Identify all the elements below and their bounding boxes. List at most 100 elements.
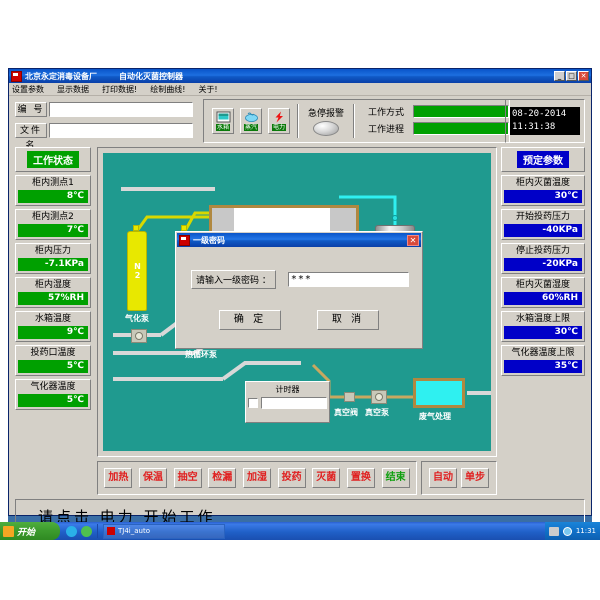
browser-icon[interactable] [66, 525, 77, 537]
menu-item-print-data[interactable]: 打印数据! [102, 84, 137, 95]
status-cell-cabinet-humidity: 柜内湿度 57%RH [15, 277, 91, 308]
water-tank-button-label: 水箱 [215, 124, 230, 131]
power-button[interactable]: 电力 [268, 108, 290, 134]
id-row: 编 号 [15, 101, 193, 118]
action-button-leak-test[interactable]: 检漏 [208, 468, 237, 488]
param-cell-water-tank-temp-limit[interactable]: 水箱温度上限 30℃ [501, 311, 585, 342]
param-cell-gasifier-temp-limit[interactable]: 气化器温度上限 35℃ [501, 345, 585, 376]
left-panel-header: 工作状态 [15, 147, 91, 172]
filename-input[interactable] [49, 123, 193, 138]
cell-title: 柜内湿度 [34, 280, 71, 290]
param-cell-sterilize-humidity[interactable]: 柜内灭菌湿度 60%RH [501, 277, 585, 308]
steam-button[interactable]: 蒸汽 [240, 108, 262, 134]
vacuum-valve[interactable] [344, 392, 355, 402]
dialog-title: 一级密码 [193, 235, 225, 245]
password-row: 请输入一级密码 ： *** [191, 270, 409, 289]
cell-value: 5℃ [18, 394, 88, 407]
gasifier-pump[interactable] [131, 329, 147, 343]
emergency-stop-lamp[interactable] [313, 121, 339, 136]
app-icon [11, 70, 22, 82]
dialog-close-button[interactable]: ✕ [407, 234, 419, 246]
menu-item-set-params[interactable]: 设置参数 [12, 84, 44, 95]
left-panel-header-label: 工作状态 [27, 151, 79, 168]
dialog-cancel-button[interactable]: 取 消 [317, 310, 379, 330]
cell-title: 水箱温度 [34, 314, 71, 324]
icon-button-row: 水箱 蒸汽 电力 [204, 108, 290, 134]
timer-row [248, 397, 327, 409]
menu-item-show-data[interactable]: 显示数据 [57, 84, 89, 95]
timer-checkbox[interactable] [248, 398, 258, 408]
param-cell-stop-dosing-pressure[interactable]: 停止投药压力 -20KPa [501, 243, 585, 274]
mode-button-auto[interactable]: 自动 [429, 468, 457, 488]
vacuum-pump[interactable] [371, 390, 387, 404]
cell-value: 5℃ [18, 360, 88, 373]
id-input[interactable] [49, 102, 193, 117]
mode-button-single-step[interactable]: 单步 [461, 468, 489, 488]
action-button-replace[interactable]: 置换 [346, 468, 375, 488]
param-cell-start-dosing-pressure[interactable]: 开始投药压力 -40KPa [501, 209, 585, 240]
water-tank-button[interactable]: 水箱 [212, 108, 234, 134]
action-button-dose[interactable]: 投药 [277, 468, 306, 488]
tray-clock-label: 11:31 [575, 527, 596, 535]
window-title-bar: 北京永定消毒设备厂 自动化灭菌控制器 _ □ ✕ [9, 69, 591, 83]
screen: 北京永定消毒设备厂 自动化灭菌控制器 _ □ ✕ 设置参数 显示数据 打印数据!… [0, 0, 600, 600]
cell-value: -40KPa [504, 224, 582, 237]
emergency-stop-label: 急停报警 [307, 109, 344, 119]
time-text: 11:31:38 [512, 122, 556, 132]
start-button-label: 开始 [17, 527, 36, 538]
timer-input[interactable] [261, 397, 327, 409]
heat-circulation-pump-label: 热循环泵 [185, 350, 217, 359]
emergency-stop[interactable]: 急停报警 [306, 106, 346, 136]
dialog-icon [179, 234, 190, 246]
password-input[interactable]: *** [287, 272, 409, 287]
work-mode-row: 工作方式 [368, 104, 509, 118]
cell-value: 57%RH [18, 292, 88, 305]
menu-bar: 设置参数 显示数据 打印数据! 绘制曲线! 关于! [9, 83, 591, 96]
right-panel-header: 预定参数 [501, 147, 585, 172]
action-button-evacuate[interactable]: 抽空 [173, 468, 202, 488]
cell-value: -7.1KPa [18, 258, 88, 271]
status-cell-cabinet-point-2: 柜内测点2 7℃ [15, 209, 91, 240]
dialog-ok-button[interactable]: 确 定 [219, 310, 281, 330]
quick-launch-bar [66, 525, 92, 537]
close-button[interactable]: ✕ [578, 71, 589, 81]
action-button-sterilize[interactable]: 灭菌 [312, 468, 341, 488]
start-button[interactable]: 开始 [0, 522, 60, 540]
cell-value: 35℃ [504, 360, 582, 373]
maximize-button[interactable]: □ [566, 71, 577, 81]
action-button-finish[interactable]: 结束 [381, 468, 410, 488]
param-cell-sterilize-temp[interactable]: 柜内灭菌温度 30℃ [501, 175, 585, 206]
divider [353, 104, 355, 138]
taskbar-item-app[interactable]: TJ4i_auto [103, 523, 225, 539]
timer-label: 计时器 [275, 385, 300, 394]
right-panel-header-label: 预定参数 [517, 151, 569, 168]
taskbar: 开始 TJ4i_auto 11:31 [0, 522, 600, 540]
network-icon[interactable] [548, 526, 559, 536]
action-button-heat[interactable]: 加热 [104, 468, 133, 488]
waste-gas-label: 废气处理 [419, 412, 451, 421]
explorer-icon[interactable] [81, 525, 92, 537]
filename-row: 文件名 [15, 122, 193, 151]
cell-value: 9℃ [18, 326, 88, 339]
dialog-title-bar: 一级密码 ✕ [177, 233, 421, 247]
taskbar-item-label: TJ4i_auto [118, 527, 150, 535]
water-tank-icon [216, 111, 230, 123]
menu-item-about[interactable]: 关于! [198, 84, 217, 95]
action-button-humidify[interactable]: 加湿 [242, 468, 271, 488]
id-label: 编 号 [15, 102, 47, 117]
menu-item-draw-curve[interactable]: 绘制曲线! [150, 84, 185, 95]
status-cell-gasifier-temp: 气化器温度 5℃ [15, 379, 91, 410]
steam-button-label: 蒸汽 [243, 124, 258, 131]
clock-box: 08-20-2014 11:31:38 [505, 99, 585, 143]
vacuum-valve-label: 真空阀 [334, 408, 358, 417]
tank-cap-icon [392, 215, 398, 221]
password-dialog: 一级密码 ✕ 请输入一级密码 ： *** 确 定 取 消 [175, 231, 423, 349]
tray-status-icon[interactable] [562, 526, 572, 536]
minimize-button[interactable]: _ [554, 71, 565, 81]
date-text: 08-20-2014 [512, 109, 567, 119]
action-button-keep-warm[interactable]: 保温 [138, 468, 167, 488]
left-status-panel: 工作状态 柜内测点1 8℃ 柜内测点2 7℃ 柜内压力 -7.1KPa 柜内湿度… [15, 147, 91, 413]
divider [297, 104, 299, 138]
timer-box: 计时器 [245, 381, 330, 423]
gasifier-pump-label: 气化泵 [125, 314, 149, 323]
